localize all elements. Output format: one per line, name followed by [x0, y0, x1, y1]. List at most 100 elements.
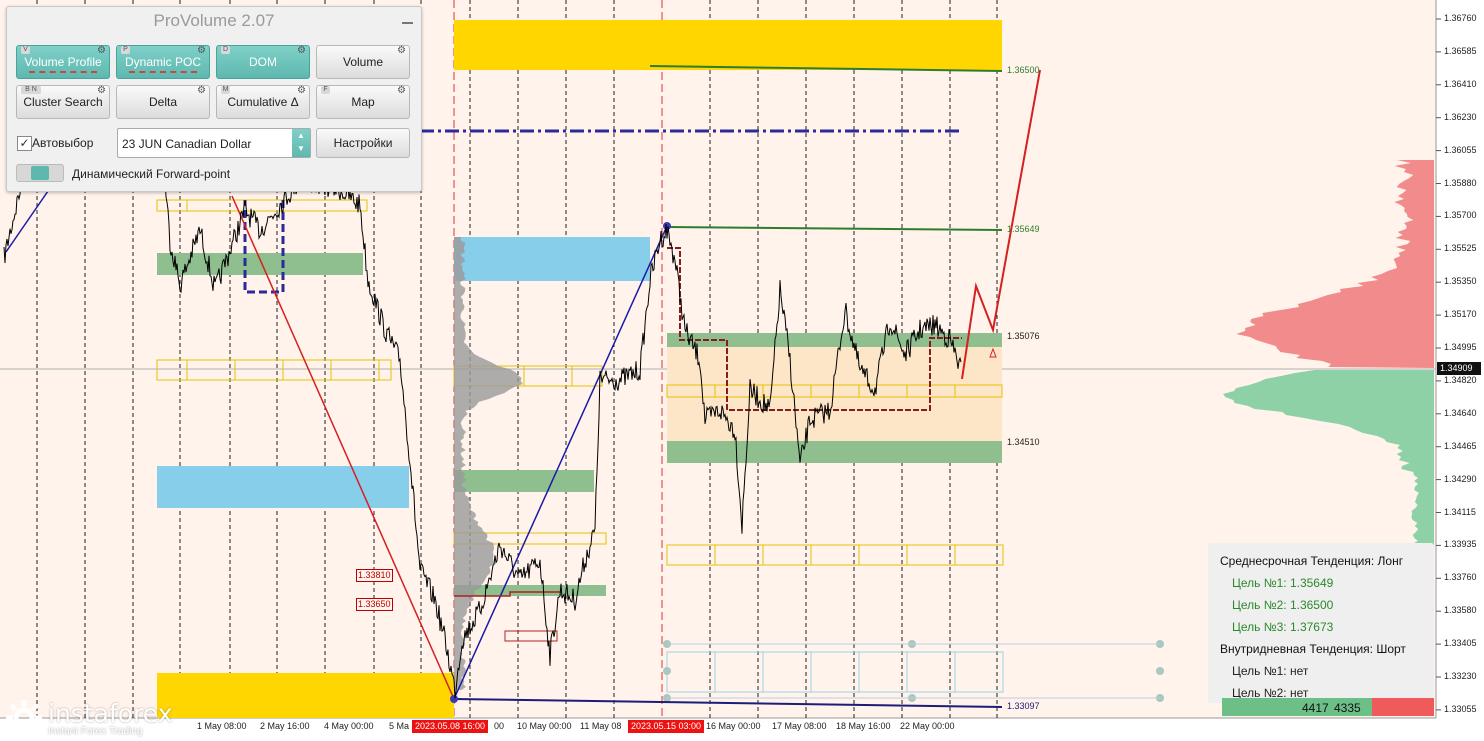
price-tick-label: 1.34290: [1444, 473, 1477, 484]
medium-target-2: Цель №2: 1.36500: [1232, 598, 1334, 612]
provolume-panel[interactable]: ProVolume 2.07 V ⚙ Volume Profile P ⚙ Dy…: [6, 6, 422, 192]
price-tick-label: 1.34640: [1444, 407, 1477, 418]
trend-info-panel: Среднесрочная Тенденция: Лонг Цель №1: 1…: [1208, 543, 1434, 703]
button-label: Настройки: [333, 136, 393, 150]
button-label: Delta: [148, 95, 177, 109]
price-tick-label: 1.34820: [1444, 374, 1477, 385]
button-label: Cumulative Δ: [227, 95, 299, 109]
volume-profile-button[interactable]: V ⚙ Volume Profile: [16, 45, 110, 79]
time-label: 2 May 16:00: [260, 721, 310, 731]
hotkey-badge: M: [221, 86, 230, 94]
price-tick-label: 1.34115: [1444, 506, 1476, 517]
level-box-133650: 1.33650: [356, 598, 393, 611]
green-zone-range-bottom: [667, 441, 1002, 463]
intraday-target-1: Цель №1: нет: [1232, 664, 1309, 678]
forward-point-label: Динамический Forward-point: [72, 167, 231, 181]
session-start-tag: 2023.05.08 16:00: [412, 720, 489, 733]
price-tick-label: 1.33935: [1444, 539, 1477, 550]
spinner-arrows-icon[interactable]: ▲ ▼: [292, 129, 310, 157]
hotkey-badge: B N: [21, 86, 41, 94]
price-tick-label: 1.36055: [1444, 144, 1477, 155]
minimize-icon[interactable]: [402, 22, 413, 24]
price-tick-label: 1.33230: [1444, 671, 1477, 681]
time-label: 1 May 08:00: [197, 721, 247, 731]
button-label: Map: [351, 95, 375, 109]
gear-icon[interactable]: ⚙: [97, 45, 106, 56]
green-zone-mid: [454, 470, 594, 492]
medium-target-3: Цель №3: 1.37673: [1232, 620, 1334, 634]
level-box-133810: 1.33810: [356, 569, 393, 582]
gear-icon[interactable]: ⚙: [297, 85, 306, 96]
price-tick-label: 1.33580: [1444, 605, 1477, 616]
blue-zone-lower: [157, 466, 409, 508]
time-label: 10 May 00:00: [517, 721, 572, 731]
instrument-value: 23 JUN Canadian Dollar: [122, 137, 252, 151]
intraday-trend-heading: Внутридневная Тенденция: Шорт: [1220, 642, 1406, 656]
blue-zone-upper: [454, 237, 650, 281]
price-tick-label: 1.35350: [1444, 276, 1477, 287]
instaforex-logo-icon: [6, 700, 42, 736]
price-tick-label: 1.36230: [1444, 111, 1477, 122]
session-start-tag: 2023.05.15 03:00: [628, 720, 705, 733]
time-label: 4 May 00:00: [324, 721, 374, 731]
gear-icon[interactable]: ⚙: [397, 85, 406, 96]
pivot-low-marker[interactable]: [450, 695, 458, 703]
map-button[interactable]: F ⚙ Map: [316, 85, 410, 119]
time-label: 18 May 16:00: [836, 721, 891, 731]
cumulative-delta-button[interactable]: M ⚙ Cumulative Δ: [216, 85, 310, 119]
price-tick-label: 1.34995: [1444, 342, 1477, 352]
price-tick-label: 1.33760: [1444, 572, 1477, 583]
medium-target-1: Цель №1: 1.35649: [1232, 576, 1334, 590]
pivot-high-marker[interactable]: [663, 222, 671, 230]
buy-volume: 4417: [1302, 701, 1329, 715]
forward-point-toggle[interactable]: [16, 164, 64, 182]
volume-button[interactable]: ⚙ Volume: [316, 45, 410, 79]
button-label: Cluster Search: [23, 95, 103, 109]
medium-trend-heading: Среднесрочная Тенденция: Лонг: [1220, 554, 1404, 568]
panel-title: ProVolume 2.07: [153, 11, 275, 30]
cluster-search-button[interactable]: B N ⚙ Cluster Search: [16, 85, 110, 119]
settings-button[interactable]: Настройки: [316, 128, 410, 158]
gear-icon[interactable]: ⚙: [397, 45, 406, 56]
gear-icon[interactable]: ⚙: [197, 45, 206, 56]
price-tick-label: 1.33055: [1444, 703, 1477, 714]
price-tick-label: 1.33405: [1444, 638, 1477, 649]
time-label: 11 May 08: [580, 721, 622, 731]
target-label-136500: 1.36500: [1007, 65, 1040, 75]
target-label-135649: 1.35649: [1007, 224, 1040, 234]
price-tick-label: 1.35700: [1444, 210, 1477, 221]
instrument-select[interactable]: 23 JUN Canadian Dollar ▲ ▼: [117, 128, 311, 158]
time-label: 00: [494, 721, 505, 731]
yellow-demand-zone: [157, 673, 454, 718]
button-label: Volume: [342, 55, 384, 69]
hotkey-badge: P: [121, 46, 130, 54]
autoselect-checkbox[interactable]: ✓: [17, 136, 32, 151]
time-label: 16 May 00:00: [706, 721, 761, 731]
price-tick-label: 1.35525: [1444, 243, 1477, 254]
dynamic-poc-button[interactable]: P ⚙ Dynamic POC: [116, 45, 210, 79]
range-fill: [667, 344, 1002, 441]
time-label: 17 May 08:00: [772, 721, 827, 731]
price-tick-label: 1.35880: [1444, 177, 1477, 188]
price-tick-label: 1.36585: [1444, 45, 1477, 56]
button-label: Volume Profile: [24, 55, 102, 69]
delta-button[interactable]: ⚙ Delta: [116, 85, 210, 119]
sell-volume: 4335: [1334, 701, 1361, 715]
dom-button[interactable]: D ⚙ DOM: [216, 45, 310, 79]
hotkey-badge: V: [21, 46, 30, 54]
button-label: Dynamic POC: [124, 55, 201, 69]
current-price-label: 1.34909: [1437, 362, 1481, 375]
gear-icon[interactable]: ⚙: [197, 85, 206, 96]
button-label: DOM: [249, 55, 277, 69]
price-tick-label: 1.35170: [1444, 309, 1477, 320]
time-label: 5 Ma: [389, 721, 410, 731]
range-bottom-label: 1.34510: [1007, 437, 1040, 447]
autoselect-label: Автовыбор: [32, 136, 94, 150]
logo-wordmark: instaforex: [48, 699, 173, 728]
gear-icon[interactable]: ⚙: [97, 85, 106, 96]
yellow-supply-zone: [454, 20, 1002, 70]
gear-icon[interactable]: ⚙: [297, 45, 306, 56]
bottom-level-label: 1.33097: [1007, 701, 1040, 711]
price-tick-label: 1.34465: [1444, 440, 1477, 451]
logo-slogan: Instant Forex Trading: [48, 726, 143, 737]
